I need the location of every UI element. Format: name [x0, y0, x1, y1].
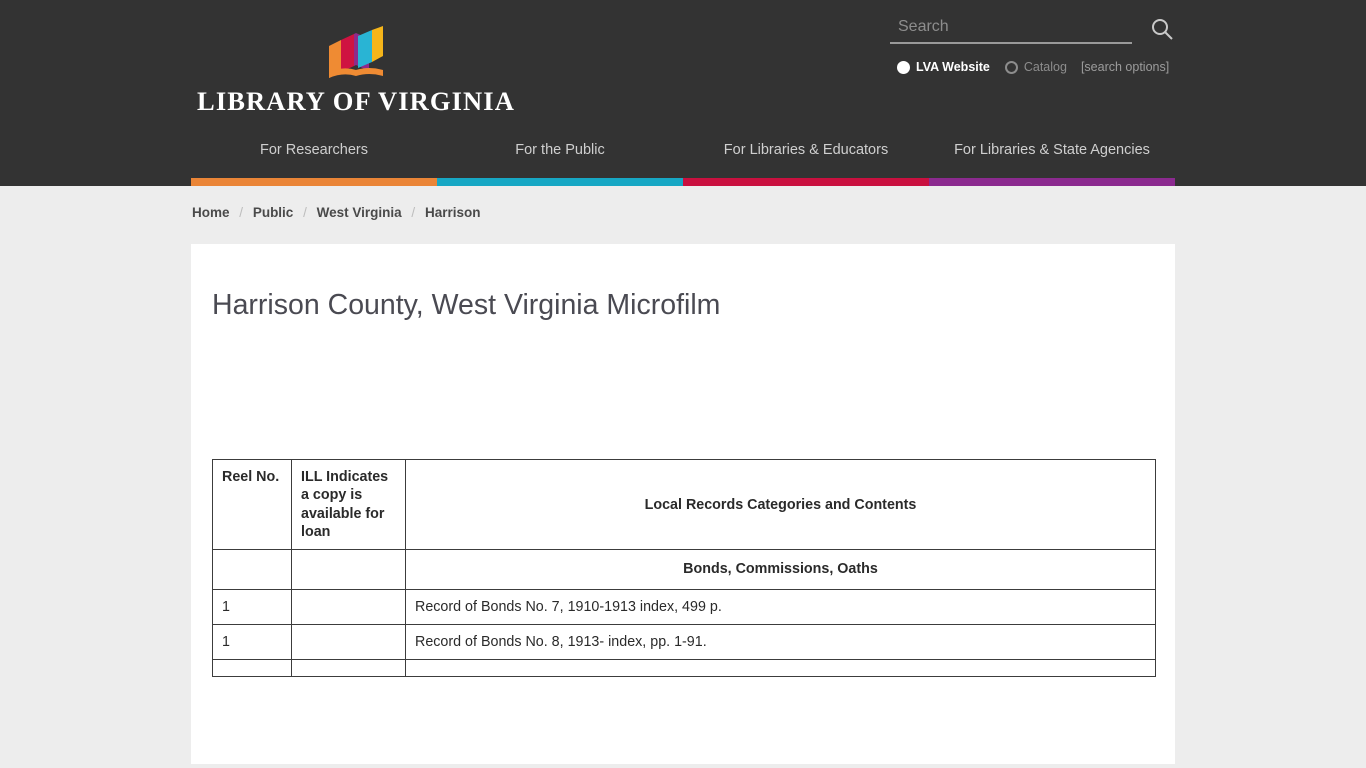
- nav-label: For Libraries & Educators: [723, 142, 889, 158]
- column-header-ill: ILL Indicates a copy is available for lo…: [291, 459, 406, 551]
- contents-cell: Record of Bonds No. 7, 1910-1913 index, …: [405, 588, 1156, 625]
- radio-label-catalog: Catalog: [1023, 60, 1067, 74]
- column-header-reel-no: Reel No.: [212, 459, 292, 551]
- nav-label: For Researchers: [260, 142, 368, 158]
- radio-dot-unselected-icon: [1004, 60, 1018, 74]
- search-block: LVA Website Catalog [search options]: [890, 16, 1175, 74]
- breadcrumb-separator: /: [411, 205, 416, 220]
- reel-no-cell: [212, 659, 292, 678]
- ill-cell: [291, 659, 406, 678]
- breadcrumb-separator: /: [303, 205, 307, 220]
- breadcrumb-item-public[interactable]: Public: [253, 205, 294, 220]
- logo-wordmark: LIBRARY OF VIRGINIA: [197, 86, 515, 116]
- radio-lva-website[interactable]: LVA Website: [897, 60, 990, 74]
- nav-underline-bar: [191, 178, 437, 186]
- section-reel-cell: [212, 549, 292, 590]
- nav-item-for-the-public[interactable]: For the Public: [437, 142, 683, 186]
- nav-item-for-researchers[interactable]: For Researchers: [191, 142, 437, 186]
- content-panel: Harrison County, West Virginia Microfilm…: [191, 244, 1175, 764]
- search-options-link[interactable]: [search options]: [1081, 60, 1169, 74]
- breadcrumb: Home / Public / West Virginia / Harrison: [191, 186, 1175, 244]
- radio-dot-selected-icon: [897, 60, 910, 74]
- ill-cell: [291, 588, 406, 625]
- nav-underline-bar: [683, 178, 929, 186]
- section-ill-cell: [291, 549, 406, 590]
- microfilm-records-table: Reel No. ILL Indicates a copy is availab…: [212, 459, 1156, 678]
- breadcrumb-separator: /: [239, 205, 244, 220]
- main-navigation: For Researchers For the Public For Libra…: [191, 142, 1175, 186]
- table-section-row: Bonds, Commissions, Oaths: [212, 549, 1156, 590]
- breadcrumb-item-harrison: Harrison: [424, 205, 481, 220]
- nav-underline-bar: [437, 178, 683, 186]
- nav-underline-bar: [929, 178, 1175, 186]
- table-header-row: Reel No. ILL Indicates a copy is availab…: [212, 459, 1156, 551]
- nav-label: For Libraries & State Agencies: [954, 142, 1150, 158]
- search-icon[interactable]: [1150, 17, 1174, 41]
- breadcrumb-item-home[interactable]: Home: [192, 205, 230, 220]
- open-book-logo-icon: [325, 26, 387, 82]
- search-input[interactable]: [890, 16, 1132, 44]
- contents-cell: Record of Bonds No. 8, 1913- index, pp. …: [405, 623, 1156, 661]
- radio-catalog[interactable]: Catalog: [1004, 60, 1067, 74]
- breadcrumb-item-west-virginia[interactable]: West Virginia: [317, 205, 402, 220]
- reel-no-cell: 1: [212, 588, 292, 625]
- contents-cell: [405, 659, 1156, 678]
- nav-item-for-libraries-state-agencies[interactable]: For Libraries & State Agencies: [929, 142, 1175, 186]
- ill-cell: [291, 623, 406, 661]
- site-header: LIBRARY OF VIRGINIA LVA Website: [0, 0, 1366, 186]
- nav-item-for-libraries-educators[interactable]: For Libraries & Educators: [683, 142, 929, 186]
- reel-no-cell: 1: [212, 623, 292, 661]
- nav-label: For the Public: [515, 142, 605, 158]
- section-title-cell: Bonds, Commissions, Oaths: [405, 549, 1156, 590]
- column-header-local-records: Local Records Categories and Contents: [405, 459, 1156, 551]
- radio-label-lva-website: LVA Website: [916, 60, 990, 74]
- table-row: 1 Record of Bonds No. 7, 1910-1913 index…: [212, 588, 1156, 625]
- table-row: [212, 659, 1156, 678]
- page-title: Harrison County, West Virginia Microfilm: [212, 289, 721, 321]
- table-row: 1 Record of Bonds No. 8, 1913- index, pp…: [212, 623, 1156, 661]
- site-logo[interactable]: LIBRARY OF VIRGINIA: [191, 26, 521, 115]
